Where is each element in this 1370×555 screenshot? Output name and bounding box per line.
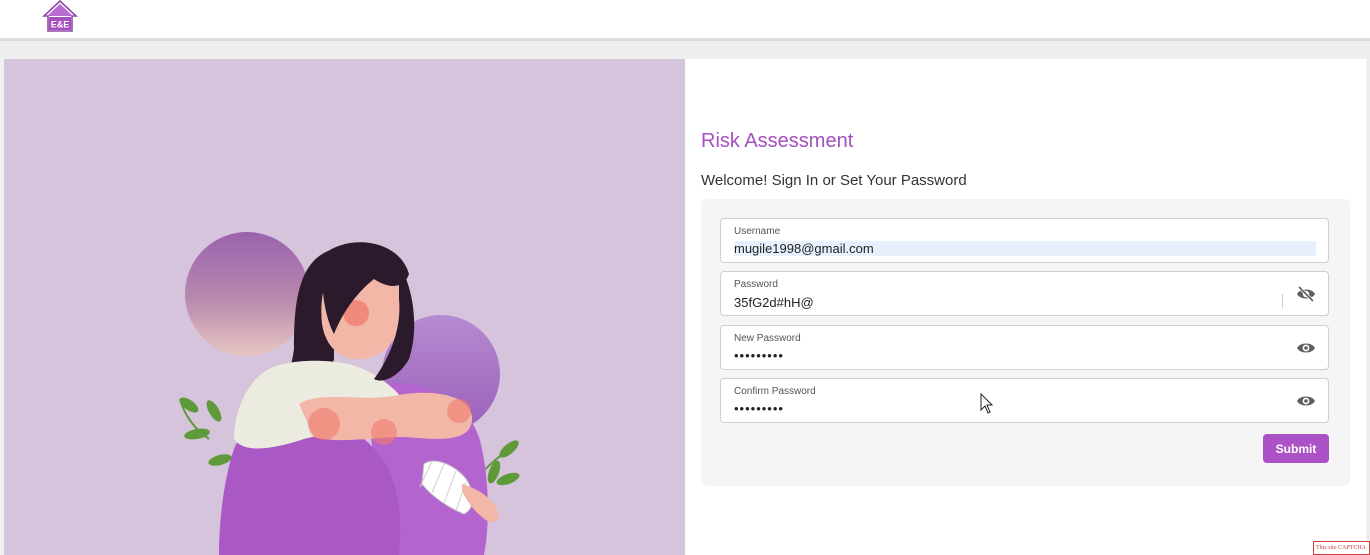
new-password-field[interactable]: New Password ••••••••• <box>720 325 1329 370</box>
password-label: Password <box>734 279 778 290</box>
logo-text: E&E <box>51 20 70 30</box>
confirm-password-input[interactable]: ••••••••• <box>734 401 784 416</box>
illustration-panel <box>4 59 685 555</box>
welcome-subtitle: Welcome! Sign In or Set Your Password <box>701 172 967 189</box>
captcha-badge[interactable]: This site CAPTCHA <box>1313 541 1370 555</box>
confirm-password-label: Confirm Password <box>734 386 816 397</box>
mouse-cursor-icon <box>980 393 994 414</box>
username-input[interactable]: mugile1998@gmail.com <box>734 241 1316 256</box>
password-field[interactable]: Password 35fG2d#hH@ <box>720 271 1329 316</box>
eye-icon[interactable] <box>1296 392 1316 410</box>
submit-button[interactable]: Submit <box>1263 434 1329 463</box>
divider <box>1282 294 1283 308</box>
login-form-panel: Risk Assessment Welcome! Sign In or Set … <box>685 59 1366 555</box>
page-title: Risk Assessment <box>701 130 854 152</box>
username-label: Username <box>734 226 781 237</box>
house-logo-icon[interactable]: E&E <box>42 0 78 32</box>
password-input[interactable]: 35fG2d#hH@ <box>734 295 814 310</box>
eye-icon[interactable] <box>1296 339 1316 357</box>
woman-illustration <box>179 232 520 555</box>
username-field[interactable]: Username mugile1998@gmail.com <box>720 218 1329 263</box>
confirm-password-field[interactable]: Confirm Password ••••••••• <box>720 378 1329 423</box>
eye-slash-icon[interactable] <box>1296 285 1316 303</box>
new-password-label: New Password <box>734 333 801 344</box>
back-circle-left <box>185 232 309 356</box>
top-bar: E&E <box>0 0 1370 41</box>
login-card: Username mugile1998@gmail.com Password 3… <box>701 199 1350 486</box>
leaves-left-icon <box>179 397 232 466</box>
new-password-input[interactable]: ••••••••• <box>734 348 784 363</box>
